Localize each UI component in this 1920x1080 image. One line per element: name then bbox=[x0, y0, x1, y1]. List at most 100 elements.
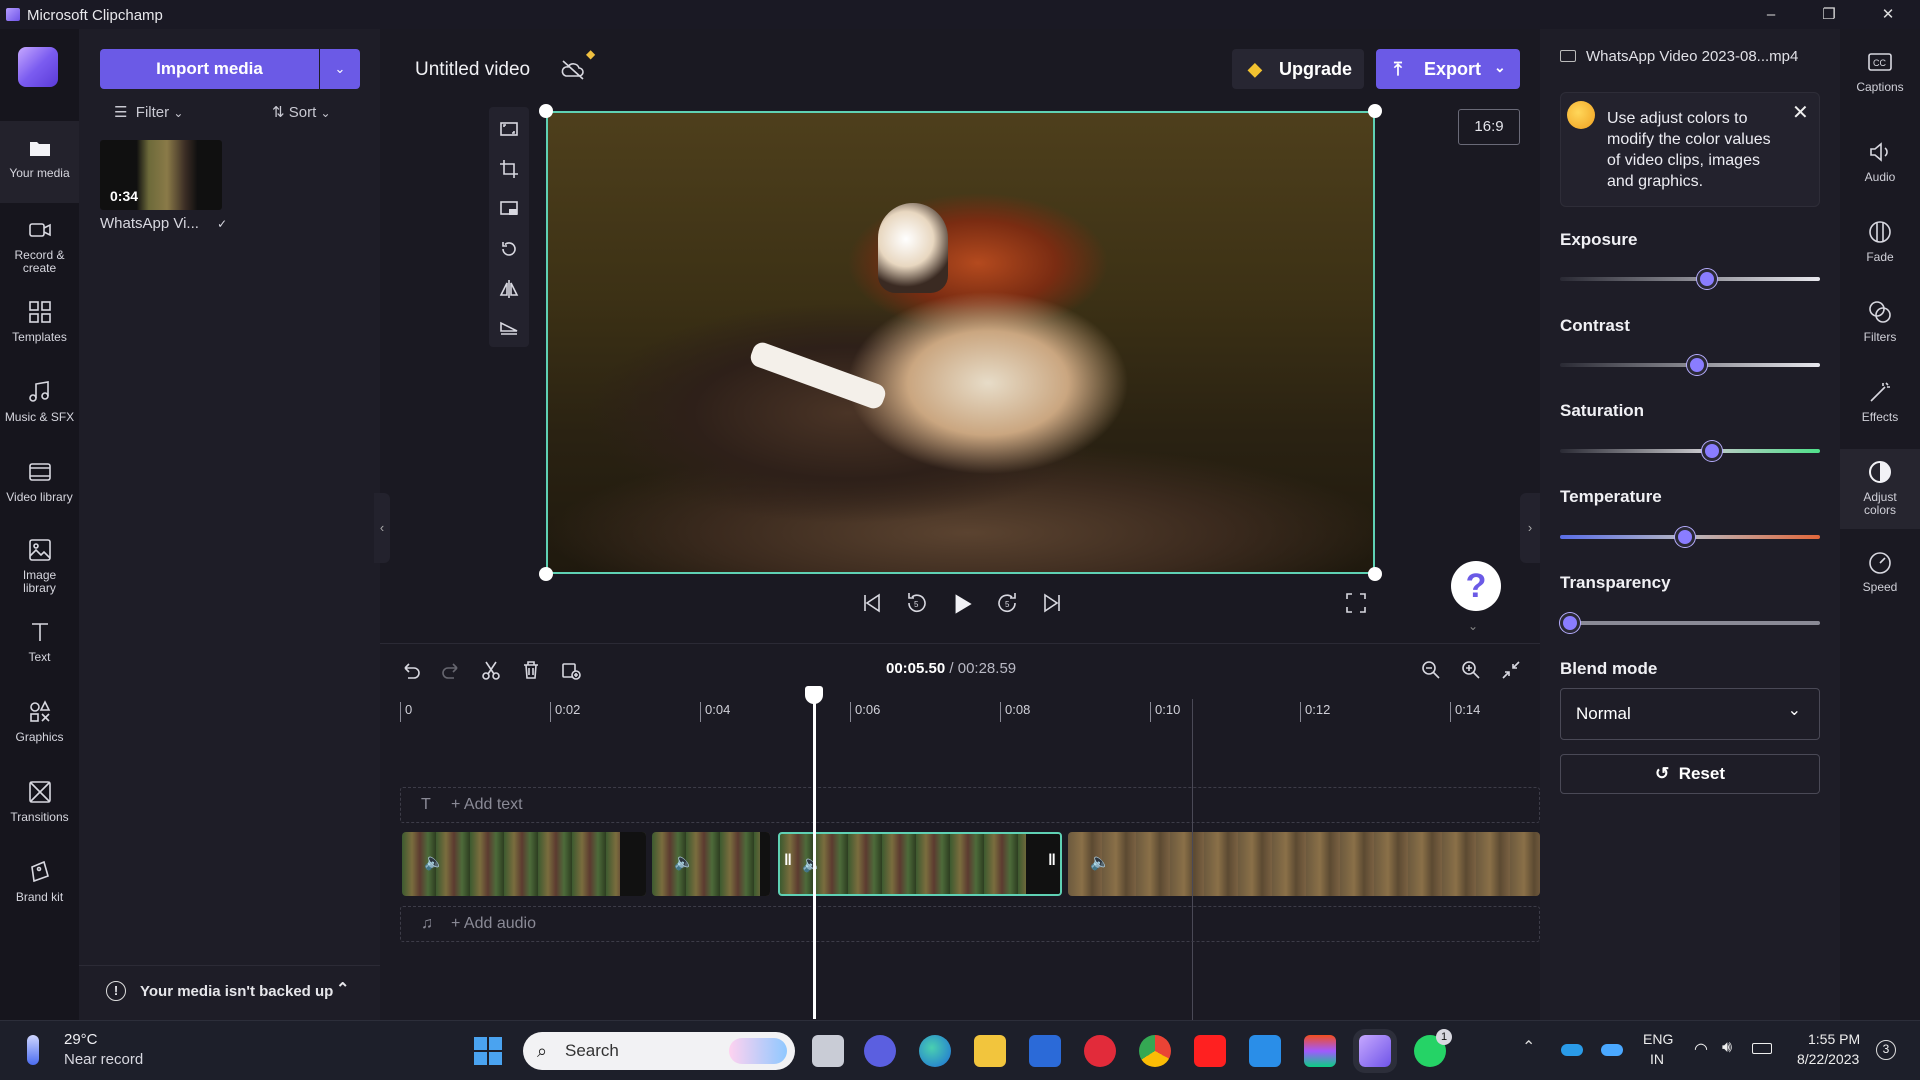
clock-date[interactable]: 8/22/2023 bbox=[1797, 1051, 1859, 1067]
export-button[interactable]: ⤒ Export ⌄ bbox=[1376, 49, 1520, 89]
resize-handle-top-right[interactable] bbox=[1368, 104, 1382, 118]
project-title[interactable]: Untitled video bbox=[415, 59, 530, 81]
redo-icon[interactable] bbox=[440, 659, 462, 681]
tab-adjust-colors[interactable]: Adjust colors bbox=[1840, 449, 1920, 529]
nav-music-sfx[interactable]: Music & SFX bbox=[0, 363, 79, 443]
add-audio-track[interactable]: ♫ + Add audio bbox=[400, 906, 1540, 942]
split-scissors-icon[interactable] bbox=[480, 659, 502, 681]
skip-to-end-icon[interactable] bbox=[1039, 589, 1067, 617]
selected-video-clip[interactable]: ‖ 🔈 ‖ bbox=[778, 832, 1062, 896]
nav-image-library[interactable]: Image library bbox=[0, 523, 79, 603]
rewind-5s-icon[interactable]: 5 bbox=[903, 589, 931, 617]
slider-knob[interactable] bbox=[1687, 355, 1708, 375]
backup-banner[interactable]: ! Your media isn't backed up ⌃ bbox=[79, 965, 380, 1020]
fit-timeline-icon[interactable] bbox=[1500, 659, 1522, 681]
help-button[interactable]: ? bbox=[1451, 561, 1501, 611]
vscode-icon[interactable] bbox=[1249, 1035, 1281, 1067]
saturation-slider[interactable] bbox=[1560, 441, 1820, 461]
resize-handle-bottom-right[interactable] bbox=[1368, 567, 1382, 581]
teams-chat-icon[interactable] bbox=[864, 1035, 896, 1067]
aspect-ratio-button[interactable]: 16:9 bbox=[1458, 109, 1520, 145]
picture-in-picture-icon[interactable] bbox=[499, 199, 519, 219]
reset-button[interactable]: ↺ Reset bbox=[1560, 754, 1820, 794]
tab-captions[interactable]: CC Captions bbox=[1840, 39, 1920, 119]
file-explorer-icon[interactable] bbox=[974, 1035, 1006, 1067]
undo-icon[interactable] bbox=[400, 659, 422, 681]
nav-brand-kit[interactable]: Brand kit bbox=[0, 843, 79, 923]
onedrive-personal-icon[interactable] bbox=[1601, 1044, 1623, 1056]
forward-5s-icon[interactable]: 5 bbox=[993, 589, 1021, 617]
nav-transitions[interactable]: Transitions bbox=[0, 763, 79, 843]
clock-time[interactable]: 1:55 PM bbox=[1808, 1031, 1860, 1047]
nav-video-library[interactable]: Video library bbox=[0, 443, 79, 523]
exposure-slider[interactable] bbox=[1560, 269, 1820, 289]
upgrade-button[interactable]: ◆ Upgrade bbox=[1232, 49, 1364, 89]
flip-horizontal-icon[interactable] bbox=[499, 279, 519, 299]
video-clip[interactable]: 🔈 bbox=[652, 832, 770, 896]
minimize-button[interactable]: – bbox=[1751, 3, 1791, 27]
video-clip[interactable]: 🔈 bbox=[1068, 832, 1540, 896]
fullscreen-icon[interactable] bbox=[1342, 589, 1370, 617]
media-thumbnail[interactable]: 0:34 bbox=[100, 140, 222, 210]
nav-graphics[interactable]: Graphics bbox=[0, 683, 79, 763]
collapse-left-panel-button[interactable]: ‹ bbox=[374, 493, 390, 563]
tab-effects[interactable]: Effects bbox=[1840, 369, 1920, 449]
weather-temp[interactable]: 29°C bbox=[64, 1031, 98, 1048]
play-icon[interactable] bbox=[947, 589, 977, 619]
contrast-slider[interactable] bbox=[1560, 355, 1820, 375]
tab-audio[interactable]: Audio bbox=[1840, 129, 1920, 209]
close-icon[interactable]: ✕ bbox=[1792, 100, 1809, 125]
nav-text[interactable]: Text bbox=[0, 603, 79, 683]
skip-to-start-icon[interactable] bbox=[857, 589, 885, 617]
close-button[interactable]: ✕ bbox=[1868, 3, 1908, 27]
video-clip[interactable]: 🔈 bbox=[402, 832, 646, 896]
delete-icon[interactable] bbox=[520, 659, 542, 681]
import-options-dropdown[interactable]: ⌄ bbox=[320, 49, 360, 89]
slider-knob[interactable] bbox=[1701, 441, 1722, 461]
chevron-down-icon[interactable]: ⌄ bbox=[1468, 619, 1478, 633]
duplicate-icon[interactable] bbox=[560, 659, 582, 681]
clipchamp-taskbar-icon[interactable] bbox=[1353, 1029, 1397, 1073]
opera-icon[interactable] bbox=[1084, 1035, 1116, 1067]
slider-knob[interactable] bbox=[1675, 527, 1696, 547]
flip-vertical-icon[interactable] bbox=[499, 319, 519, 339]
slider-knob[interactable] bbox=[1560, 613, 1580, 633]
taskbar-search[interactable]: ⌕ Search bbox=[523, 1032, 795, 1070]
tab-speed[interactable]: Speed bbox=[1840, 539, 1920, 619]
chevron-up-icon[interactable]: ⌃ bbox=[1522, 1037, 1535, 1057]
resize-handle-bottom-left[interactable] bbox=[539, 567, 553, 581]
timeline-ruler[interactable]: 0 0:02 0:04 0:06 0:08 0:10 0:12 0:14 bbox=[400, 699, 1540, 724]
edge-icon[interactable] bbox=[919, 1035, 951, 1067]
playhead[interactable] bbox=[813, 689, 816, 1019]
start-icon[interactable] bbox=[474, 1037, 502, 1065]
wifi-icon[interactable]: ◠ bbox=[1694, 1039, 1708, 1059]
rotate-icon[interactable] bbox=[499, 239, 519, 259]
video-preview[interactable] bbox=[546, 111, 1375, 574]
tab-fade[interactable]: Fade bbox=[1840, 209, 1920, 289]
nav-templates[interactable]: Templates bbox=[0, 283, 79, 363]
notification-badge[interactable]: 3 bbox=[1876, 1040, 1896, 1060]
nav-your-media[interactable]: Your media bbox=[0, 121, 79, 203]
transparency-slider[interactable] bbox=[1560, 613, 1820, 633]
lang-1[interactable]: ENG bbox=[1643, 1031, 1673, 1047]
weather-desc[interactable]: Near record bbox=[64, 1051, 143, 1068]
lang-2[interactable]: IN bbox=[1650, 1051, 1664, 1067]
onedrive-icon[interactable] bbox=[1561, 1044, 1583, 1056]
chrome-icon[interactable] bbox=[1139, 1035, 1171, 1067]
youtube-icon[interactable] bbox=[1194, 1035, 1226, 1067]
cloud-off-icon[interactable] bbox=[560, 59, 586, 81]
restore-button[interactable]: ❐ bbox=[1809, 3, 1849, 27]
microsoft-store-icon[interactable] bbox=[1029, 1035, 1061, 1067]
filter-button[interactable]: ☰ Filter ⌄ bbox=[114, 103, 183, 121]
add-text-track[interactable]: T + Add text bbox=[400, 787, 1540, 823]
crop-icon[interactable] bbox=[499, 159, 519, 179]
tab-filters[interactable]: Filters bbox=[1840, 289, 1920, 369]
zoom-out-icon[interactable] bbox=[1420, 659, 1442, 681]
zoom-in-icon[interactable] bbox=[1460, 659, 1482, 681]
fit-icon[interactable] bbox=[499, 119, 519, 139]
battery-icon[interactable] bbox=[1752, 1043, 1772, 1054]
volume-icon[interactable]: 🔊︎ bbox=[1722, 1039, 1732, 1057]
blend-mode-select[interactable]: Normal ⌄ bbox=[1560, 688, 1820, 740]
nav-record-create[interactable]: Record & create bbox=[0, 203, 79, 283]
temperature-slider[interactable] bbox=[1560, 527, 1820, 547]
